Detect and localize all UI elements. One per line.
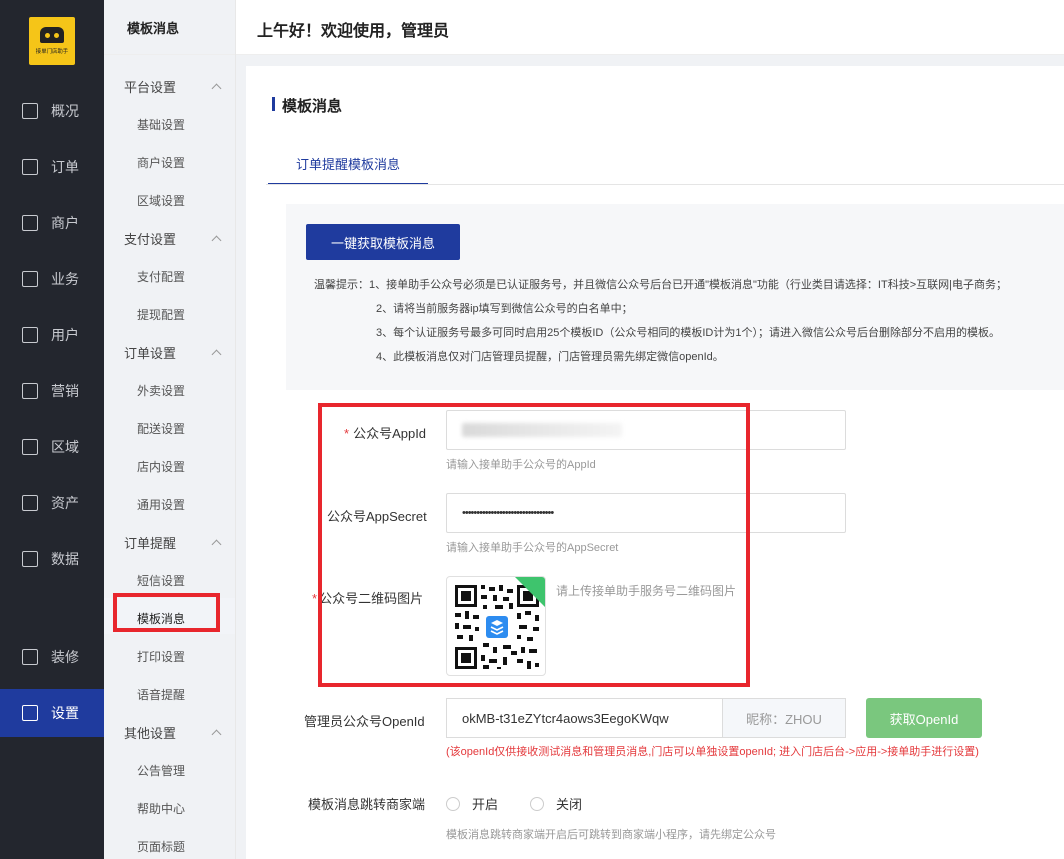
nav-item-label: 订单	[51, 159, 79, 175]
phone-settings-icon	[22, 705, 38, 721]
nav-item-label: 概况	[51, 103, 79, 119]
nav-item-label: 数据	[51, 551, 79, 567]
sub-nav-group-3[interactable]: 订单提醒	[124, 533, 222, 552]
top-header: 上午好！欢迎使用，管理员	[236, 0, 1064, 55]
tip-line-3: 3、每个认证服务号最多可同时启用25个模板ID（公众号相同的模板ID计为1个）；…	[376, 327, 1000, 339]
openid-nickname-addon: 昵称：ZHOU	[722, 698, 846, 738]
sub-nav-title: 模板消息	[127, 21, 180, 36]
wallet-icon	[22, 495, 38, 511]
chevron-up-icon	[211, 83, 222, 94]
sub-nav-group-label: 其他设置	[124, 726, 177, 741]
store-icon	[22, 215, 38, 231]
highlight-frame-menu-item	[113, 593, 220, 632]
tip-line-1: 温馨提示：1、接单助手公众号必须是已认证服务号，并且微信公众号后台已开通"模板消…	[314, 279, 1007, 291]
nav-item-7[interactable]: 资产	[0, 479, 104, 527]
nav-item-label: 区域	[51, 439, 79, 455]
sub-nav-item[interactable]: 提现配置	[137, 306, 185, 323]
monitor-icon	[22, 103, 38, 119]
app-logo[interactable]: 接单门店助手	[29, 17, 75, 65]
nav-item-6[interactable]: 区域	[0, 423, 104, 471]
sub-nav-item[interactable]: 支付配置	[137, 268, 185, 285]
chevron-up-icon	[211, 235, 222, 246]
sub-nav-group-label: 订单设置	[124, 346, 177, 361]
tip-line-2: 2、请将当前服务器ip填写到微信公众号的白名单中；	[376, 303, 633, 315]
decor-icon	[22, 649, 38, 665]
nav-item-label: 用户	[51, 327, 79, 343]
fetch-templates-button[interactable]: 一键获取模板消息	[306, 224, 460, 260]
radio-label-off: 关闭	[556, 797, 583, 812]
sub-nav-group-1[interactable]: 支付设置	[124, 229, 222, 248]
briefcase-icon	[22, 271, 38, 287]
sub-nav-item[interactable]: 商户设置	[137, 154, 185, 171]
logo-mascot-icon	[40, 27, 64, 43]
openid-input[interactable]: okMB-t31eZYtcr4aows3EegoKWqw	[446, 698, 722, 738]
nav-item-label: 设置	[51, 705, 79, 721]
sub-nav: 模板消息 平台设置基础设置商户设置区域设置支付设置支付配置提现配置订单设置外卖设…	[104, 0, 236, 859]
sub-nav-item[interactable]: 帮助中心	[137, 800, 185, 817]
greeting-text: 上午好！欢迎使用，管理员	[257, 23, 450, 40]
nav-item-label: 资产	[51, 495, 79, 511]
nav-item-2[interactable]: 商户	[0, 199, 104, 247]
tabs-divider	[266, 184, 1064, 185]
page-title: 模板消息	[272, 95, 342, 116]
radio-circle-icon	[530, 796, 544, 811]
nav-item-9[interactable]: 装修	[0, 633, 104, 681]
chevron-up-icon	[211, 349, 222, 360]
sub-nav-group-label: 支付设置	[124, 232, 177, 247]
nav-item-4[interactable]: 用户	[0, 311, 104, 359]
bag-icon	[22, 383, 38, 399]
jump-radio-off[interactable]: 关闭	[530, 794, 582, 813]
sub-nav-group-2[interactable]: 订单设置	[124, 343, 222, 362]
sub-nav-divider	[104, 54, 235, 55]
sub-nav-group-4[interactable]: 其他设置	[124, 723, 222, 742]
radio-label-on: 开启	[472, 797, 499, 812]
nav-item-label: 业务	[51, 271, 79, 287]
sub-nav-item[interactable]: 外卖设置	[137, 382, 185, 399]
tip-line-4: 4、此模板消息仅对门店管理员提醒，门店管理员需先绑定微信openId。	[376, 351, 724, 363]
sub-nav-item[interactable]: 页面标题	[137, 838, 185, 855]
sub-nav-item[interactable]: 公告管理	[137, 762, 185, 779]
sub-nav-item[interactable]: 打印设置	[137, 648, 185, 665]
nav-item-5[interactable]: 营销	[0, 367, 104, 415]
database-icon	[22, 439, 38, 455]
nav-item-label: 装修	[51, 649, 79, 665]
nav-item-1[interactable]: 订单	[0, 143, 104, 191]
nav-item-10[interactable]: 设置	[0, 689, 104, 737]
sub-nav-item[interactable]: 店内设置	[137, 458, 185, 475]
bar-chart-icon	[22, 551, 38, 567]
sub-nav-item[interactable]: 配送设置	[137, 420, 185, 437]
openid-label: 管理员公众号OpenId	[304, 714, 425, 729]
logo-text: 接单门店助手	[35, 49, 69, 55]
nav-item-label: 营销	[51, 383, 79, 399]
sub-nav-group-label: 平台设置	[124, 80, 177, 95]
nav-item-8[interactable]: 数据	[0, 535, 104, 583]
required-mark: *	[312, 591, 318, 606]
jump-label: 模板消息跳转商家端	[308, 797, 426, 812]
jump-help: 模板消息跳转商家端开启后可跳转到商家端小程序，请先绑定公众号	[446, 829, 776, 841]
sub-nav-item[interactable]: 语音提醒	[137, 686, 185, 703]
highlight-frame-form	[318, 403, 750, 687]
get-openid-button[interactable]: 获取OpenId	[866, 698, 982, 738]
nav-item-label: 商户	[51, 215, 79, 231]
tab-order-reminder-template[interactable]: 订单提醒模板消息	[268, 154, 429, 185]
jump-radio-on[interactable]: 开启	[446, 794, 498, 813]
document-icon	[22, 159, 38, 175]
radio-circle-icon	[446, 796, 460, 811]
main-nav: 接单门店助手 概况订单商户业务用户营销区域资产数据装修设置	[0, 0, 104, 859]
nav-item-3[interactable]: 业务	[0, 255, 104, 303]
chevron-up-icon	[211, 729, 222, 740]
sub-nav-item[interactable]: 短信设置	[137, 572, 185, 589]
chevron-up-icon	[211, 539, 222, 550]
sub-nav-item[interactable]: 区域设置	[137, 192, 185, 209]
sub-nav-group-label: 订单提醒	[124, 536, 177, 551]
sub-nav-item[interactable]: 基础设置	[137, 116, 185, 133]
sub-nav-group-0[interactable]: 平台设置	[124, 77, 222, 96]
sub-nav-item[interactable]: 通用设置	[137, 496, 185, 513]
user-icon	[22, 327, 38, 343]
openid-input-group: okMB-t31eZYtcr4aows3EegoKWqw 昵称：ZHOU	[446, 698, 846, 738]
nav-item-0[interactable]: 概况	[0, 87, 104, 135]
openid-warning-text: (该openId仅供接收测试消息和管理员消息,门店可以单独设置openId; 进…	[446, 746, 979, 758]
